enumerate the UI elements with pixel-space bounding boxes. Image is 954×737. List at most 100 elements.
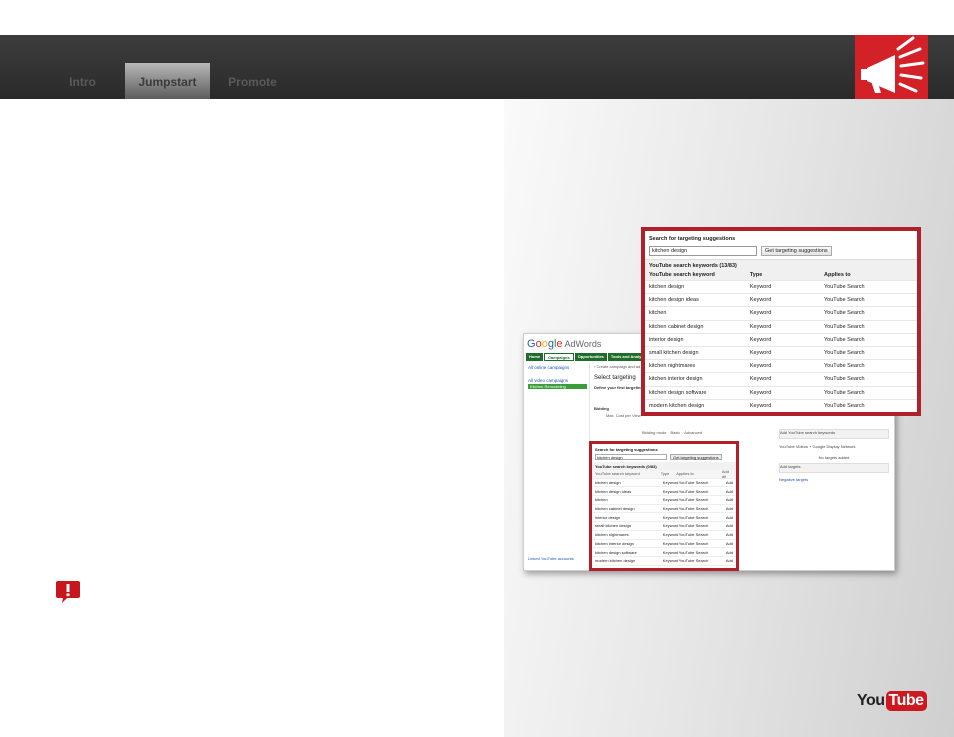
type-cell: Keyword bbox=[662, 532, 679, 538]
suggestions-title: Search for targeting suggestions bbox=[595, 447, 658, 452]
keyword-cell: kitchen design ideas bbox=[595, 488, 632, 494]
tab-intro[interactable]: Intro bbox=[40, 63, 125, 99]
table-row: interior design Keyword YouTube Search bbox=[645, 334, 917, 347]
tab-promote[interactable]: Promote bbox=[210, 63, 295, 99]
table-row: kitchen Keyword YouTube Search Add bbox=[592, 496, 736, 505]
keyword-cell: kitchen nightmares bbox=[649, 363, 696, 370]
keyword-cell: kitchen cabinet design bbox=[649, 323, 704, 330]
negative-targets-link[interactable]: Negative targets bbox=[779, 477, 889, 482]
add-button[interactable]: Add bbox=[726, 550, 733, 555]
type-cell: Keyword bbox=[749, 389, 772, 396]
table-row: kitchen nightmares Keyword YouTube Search A… bbox=[592, 531, 736, 540]
table-row: kitchen interior design Keyword YouTube Se… bbox=[592, 540, 736, 549]
keyword-search-input[interactable]: kitchen design bbox=[649, 246, 757, 256]
table-row: kitchen design software Keyword YouTube Se… bbox=[592, 548, 736, 557]
applies-cell: YouTube Search bbox=[678, 514, 709, 520]
adwords-nav-campaigns[interactable]: Campaigns bbox=[544, 353, 574, 361]
col-applies: Applies to bbox=[676, 471, 694, 477]
col-type: Type bbox=[749, 271, 763, 278]
type-cell: Keyword bbox=[749, 336, 772, 343]
keyword-cell: modern kitchen design bbox=[595, 558, 636, 564]
table-row: modern kitchen design Keyword YouTube Sear… bbox=[592, 557, 736, 566]
table-row: kitchen design Keyword YouTube Search bbox=[645, 281, 917, 295]
table-row: kitchen Keyword YouTube Search bbox=[645, 307, 917, 321]
applies-cell: YouTube Search bbox=[824, 284, 865, 291]
suggestions-panel-zoomed: Search for targeting suggestions kitchen… bbox=[641, 227, 921, 416]
get-suggestions-button[interactable]: Get targeting suggestions bbox=[761, 246, 832, 256]
adwords-nav-home[interactable]: Home bbox=[526, 353, 544, 361]
keyword-cell: kitchen design ideas bbox=[649, 297, 699, 304]
type-cell: Keyword bbox=[662, 488, 679, 494]
warning-icon bbox=[55, 580, 81, 604]
keyword-cell: kitchen design bbox=[595, 480, 621, 486]
add-button[interactable]: Add bbox=[726, 558, 733, 563]
keyword-count: YouTube search keywords (0/83) bbox=[592, 462, 736, 470]
add-button[interactable]: Add bbox=[726, 480, 733, 485]
add-button[interactable]: Add bbox=[726, 523, 733, 528]
applies-cell: YouTube Search bbox=[678, 549, 709, 555]
applies-cell: YouTube Search bbox=[678, 540, 709, 546]
keyword-cell: kitchen cabinet design bbox=[595, 506, 635, 512]
keyword-cell: kitchen design software bbox=[649, 389, 707, 396]
suggestions-search: kitchen design Get targeting suggestions bbox=[645, 244, 917, 260]
table-row: kitchen design ideas Keyword YouTube Searc… bbox=[592, 487, 736, 497]
add-button[interactable]: Add bbox=[726, 515, 733, 520]
col-applies: Applies to bbox=[824, 271, 851, 278]
get-suggestions-button[interactable]: Get targeting suggestions bbox=[670, 454, 722, 460]
applies-cell: YouTube Search bbox=[824, 310, 865, 317]
table-row: small kitchen design Keyword YouTube Searc… bbox=[592, 522, 736, 531]
adwords-nav: Home Campaigns Opportunities Tools and A… bbox=[526, 353, 651, 361]
google-adwords-logo: Google AdWords bbox=[527, 338, 602, 350]
suggestions-panel-small: Search for targeting suggestions kitchen… bbox=[589, 441, 739, 571]
applies-cell: YouTube Search bbox=[824, 323, 865, 330]
basic-radio[interactable]: Basic bbox=[670, 430, 680, 435]
type-cell: Keyword bbox=[662, 497, 679, 503]
type-cell: Keyword bbox=[749, 310, 772, 317]
type-cell: Keyword bbox=[662, 558, 679, 564]
keyword-search-input[interactable]: kitchen design bbox=[595, 454, 667, 460]
keyword-cell: kitchen bbox=[595, 497, 608, 503]
table-row: kitchen design software Keyword YouTube Se… bbox=[645, 387, 917, 400]
megaphone-badge bbox=[855, 35, 928, 99]
youtube-logo: You Tube bbox=[857, 689, 927, 713]
sidebar-linked-accounts[interactable]: Linked YouTube accounts bbox=[528, 556, 574, 561]
type-cell: Keyword bbox=[749, 363, 772, 370]
add-button[interactable]: Add bbox=[726, 497, 733, 502]
add-button[interactable]: Add bbox=[726, 532, 733, 537]
applies-cell: YouTube Search bbox=[678, 506, 709, 512]
sidebar-all-online[interactable]: All online campaigns bbox=[528, 365, 587, 370]
add-button[interactable]: Add bbox=[726, 541, 733, 546]
add-keywords-button[interactable]: Add YouTube search keywords bbox=[779, 429, 889, 439]
keyword-cell: kitchen bbox=[649, 310, 667, 317]
adwords-sidebar: All online campaigns All video campaigns… bbox=[526, 362, 590, 569]
col-keyword: YouTube search keyword bbox=[649, 271, 715, 278]
add-all-button[interactable]: Add all bbox=[722, 469, 733, 479]
type-cell: Keyword bbox=[662, 506, 679, 512]
table-header: YouTube search keyword Type Applies to bbox=[645, 269, 917, 281]
type-cell: Keyword bbox=[662, 514, 679, 520]
add-targets-button[interactable]: Add targets bbox=[779, 463, 889, 473]
col-type: Type bbox=[660, 471, 670, 477]
applies-cell: YouTube Search bbox=[824, 336, 865, 343]
applies-cell: YouTube Search bbox=[678, 480, 709, 486]
megaphone-icon bbox=[861, 36, 925, 93]
sidebar-all-video[interactable]: All video campaigns bbox=[528, 378, 587, 383]
table-row: kitchen nightmares Keyword YouTube Search bbox=[645, 360, 917, 374]
applies-cell: YouTube Search bbox=[678, 497, 709, 503]
sidebar-campaign[interactable]: Kitchen Remodeling bbox=[528, 384, 587, 389]
bidding-mode-label: Bidding mode bbox=[642, 430, 667, 435]
keyword-cell: modern kitchen design bbox=[649, 402, 705, 409]
no-targets-text: No targets added bbox=[818, 455, 850, 460]
keyword-cell: small kitchen design bbox=[649, 350, 699, 357]
bidding-mode-row: Bidding mode Basic Advanced bbox=[594, 430, 774, 435]
adwords-nav-opportunities[interactable]: Opportunities bbox=[574, 353, 607, 361]
advanced-radio[interactable]: Advanced bbox=[684, 430, 702, 435]
type-cell: Keyword bbox=[662, 523, 679, 529]
add-button[interactable]: Add bbox=[726, 506, 733, 511]
add-button[interactable]: Add bbox=[726, 489, 733, 494]
suggestions-search: kitchen design Get targeting suggestions bbox=[592, 453, 736, 462]
type-cell: Keyword bbox=[749, 350, 772, 357]
table-row: kitchen cabinet design Keyword YouTube Sea… bbox=[645, 321, 917, 334]
tab-jumpstart[interactable]: Jumpstart bbox=[125, 63, 210, 99]
applies-cell: YouTube Search bbox=[678, 532, 709, 538]
